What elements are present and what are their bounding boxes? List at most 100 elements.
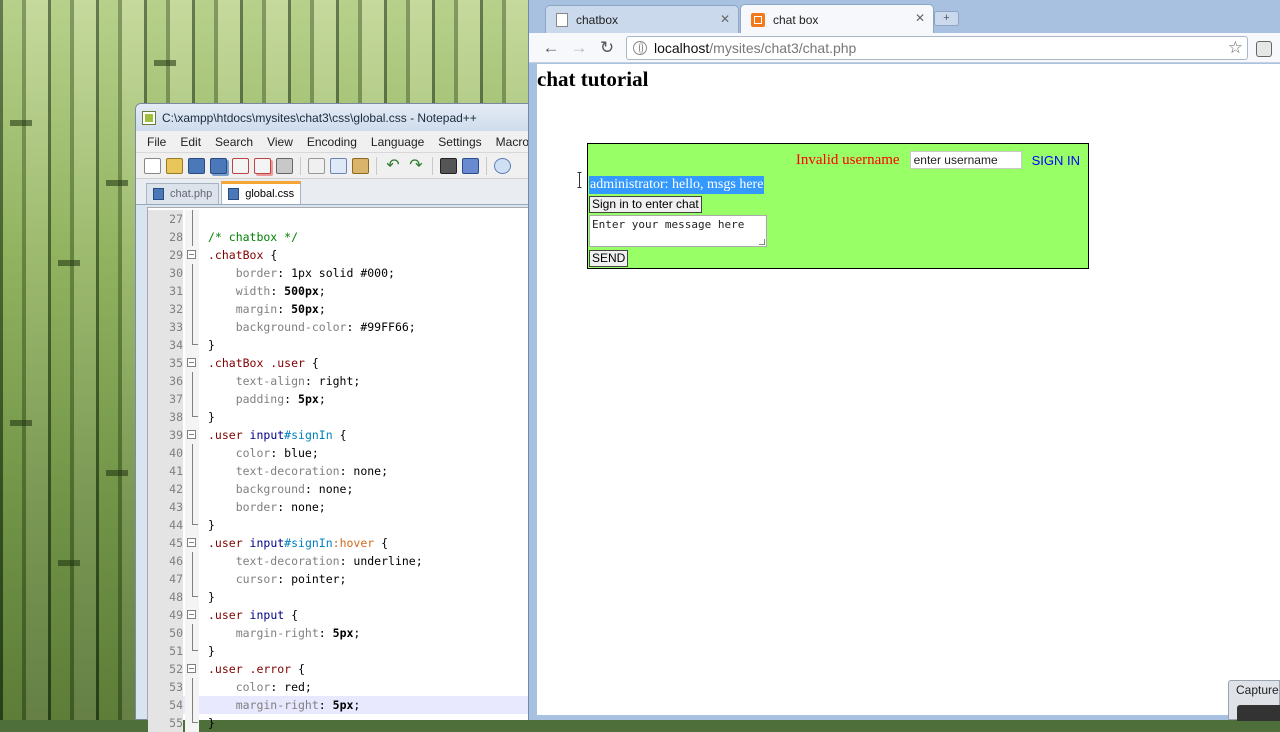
code-line[interactable]: 37 padding: 5px; bbox=[148, 390, 528, 408]
replace-icon[interactable] bbox=[462, 157, 479, 174]
fold-collapse-icon[interactable] bbox=[187, 430, 196, 439]
resize-grip-icon[interactable] bbox=[759, 239, 765, 245]
fold-margin bbox=[185, 570, 199, 588]
close-all-icon[interactable] bbox=[254, 157, 271, 174]
new-tab-button[interactable]: + bbox=[934, 11, 959, 26]
code-line[interactable]: 45 .user input#signIn:hover { bbox=[148, 534, 528, 552]
code-token: : none; bbox=[339, 464, 389, 478]
code-line[interactable]: 43 border: none; bbox=[148, 498, 528, 516]
browser-tab-chatbox[interactable]: chatbox ✕ bbox=[545, 5, 739, 33]
tab-title: chat box bbox=[773, 12, 819, 27]
code-line[interactable]: 55} bbox=[148, 714, 528, 732]
menu-search[interactable]: Search bbox=[208, 135, 260, 149]
back-arrow-icon[interactable]: ← bbox=[541, 38, 561, 58]
fold-collapse-icon[interactable] bbox=[187, 358, 196, 367]
paste-icon[interactable] bbox=[352, 157, 369, 174]
message-textarea[interactable]: Enter your message here bbox=[589, 215, 767, 247]
code-line[interactable]: 30 border: 1px solid #000; bbox=[148, 264, 528, 282]
code-token: 500px bbox=[284, 284, 319, 298]
code-token: .chatBox bbox=[208, 248, 264, 262]
tab-chat-php[interactable]: chat.php bbox=[146, 183, 220, 204]
code-token: #signIn bbox=[284, 428, 333, 442]
send-button[interactable]: SEND bbox=[589, 250, 629, 267]
close-tab-icon[interactable]: ✕ bbox=[720, 12, 730, 26]
code-editor[interactable]: 27 28/* chatbox */29 .chatBox {30 border: … bbox=[147, 207, 528, 732]
bookmark-star-icon[interactable]: ☆ bbox=[1228, 38, 1243, 58]
print-icon[interactable] bbox=[276, 157, 293, 174]
code-line[interactable]: 44} bbox=[148, 516, 528, 534]
code-token: 50px bbox=[291, 302, 319, 316]
code-token: margin-right bbox=[208, 698, 319, 712]
notepad-title-bar[interactable]: C:\xampp\htdocs\mysites\chat3\css\global… bbox=[136, 104, 534, 131]
username-input[interactable]: enter username bbox=[909, 151, 1022, 169]
browser-tab-chat-box[interactable]: chat box ✕ bbox=[740, 4, 934, 34]
menu-settings[interactable]: Settings bbox=[431, 135, 488, 149]
menu-file[interactable]: File bbox=[140, 135, 173, 149]
notepad-menu-bar: File Edit Search View Encoding Language … bbox=[136, 131, 534, 153]
capture-widget[interactable]: Capture bbox=[1228, 680, 1280, 721]
menu-edit[interactable]: Edit bbox=[173, 135, 208, 149]
menu-view[interactable]: View bbox=[260, 135, 300, 149]
code-line[interactable]: 41 text-decoration: none; bbox=[148, 462, 528, 480]
fold-collapse-icon[interactable] bbox=[187, 250, 196, 259]
notepad-title: C:\xampp\htdocs\mysites\chat3\css\global… bbox=[162, 110, 477, 125]
code-line[interactable]: 38} bbox=[148, 408, 528, 426]
code-line[interactable]: 48} bbox=[148, 588, 528, 606]
undo-icon[interactable]: ↶ bbox=[384, 157, 402, 174]
redo-icon[interactable]: ↷ bbox=[407, 157, 425, 174]
forward-arrow-icon[interactable]: → bbox=[569, 38, 589, 58]
line-number: 51 bbox=[148, 642, 183, 660]
zoom-in-icon[interactable] bbox=[494, 157, 511, 174]
line-number: 40 bbox=[148, 444, 183, 462]
code-text: } bbox=[208, 642, 215, 660]
code-line[interactable]: 49 .user input { bbox=[148, 606, 528, 624]
code-line[interactable]: 52 .user .error { bbox=[148, 660, 528, 678]
code-line[interactable]: 51} bbox=[148, 642, 528, 660]
menu-encoding[interactable]: Encoding bbox=[300, 135, 364, 149]
cut-icon[interactable] bbox=[308, 157, 325, 174]
sign-in-button[interactable]: SIGN IN bbox=[1032, 153, 1080, 168]
fold-margin bbox=[185, 552, 199, 570]
code-line[interactable]: 47 cursor: pointer; bbox=[148, 570, 528, 588]
code-line[interactable]: 31 width: 500px; bbox=[148, 282, 528, 300]
code-line[interactable]: 27 bbox=[148, 210, 528, 228]
code-line[interactable]: 42 background: none; bbox=[148, 480, 528, 498]
code-token: : #99FF66; bbox=[346, 320, 416, 334]
code-line[interactable]: 46 text-decoration: underline; bbox=[148, 552, 528, 570]
code-line[interactable]: 54 margin-right: 5px; bbox=[148, 696, 528, 714]
copy-icon[interactable] bbox=[330, 157, 347, 174]
code-text: } bbox=[208, 588, 215, 606]
code-text: color: red; bbox=[208, 678, 312, 696]
find-icon[interactable] bbox=[440, 157, 457, 174]
code-token: ; bbox=[318, 284, 326, 298]
code-line[interactable]: 32 margin: 50px; bbox=[148, 300, 528, 318]
fold-collapse-icon[interactable] bbox=[187, 610, 196, 619]
code-line[interactable]: 39 .user input#signIn { bbox=[148, 426, 528, 444]
code-line[interactable]: 33 background-color: #99FF66; bbox=[148, 318, 528, 336]
code-line[interactable]: 36 text-align: right; bbox=[148, 372, 528, 390]
code-line[interactable]: 29 .chatBox { bbox=[148, 246, 528, 264]
sign-in-to-chat-button[interactable]: Sign in to enter chat bbox=[589, 196, 702, 213]
save-icon[interactable] bbox=[188, 157, 205, 174]
address-bar[interactable]: localhost/mysites/chat3/chat.php ☆ bbox=[626, 36, 1248, 60]
save-all-icon[interactable] bbox=[210, 157, 227, 174]
close-file-icon[interactable] bbox=[232, 157, 249, 174]
browser-tab-strip: chatbox ✕ chat box ✕ + bbox=[529, 0, 1280, 34]
fold-collapse-icon[interactable] bbox=[187, 538, 196, 547]
close-tab-icon[interactable]: ✕ bbox=[915, 11, 925, 25]
wrench-icon[interactable] bbox=[1256, 41, 1272, 57]
open-file-icon[interactable] bbox=[166, 157, 183, 174]
code-line[interactable]: 35 .chatBox .user { bbox=[148, 354, 528, 372]
code-line[interactable]: 50 margin-right: 5px; bbox=[148, 624, 528, 642]
fold-collapse-icon[interactable] bbox=[187, 664, 196, 673]
code-line[interactable]: 53 color: red; bbox=[148, 678, 528, 696]
tab-global-css[interactable]: global.css bbox=[221, 181, 302, 204]
code-text: } bbox=[208, 336, 215, 354]
code-line[interactable]: 28 /* chatbox */ bbox=[148, 228, 528, 246]
code-line[interactable]: 34} bbox=[148, 336, 528, 354]
code-token: border bbox=[208, 500, 278, 514]
new-file-icon[interactable] bbox=[144, 157, 161, 174]
code-line[interactable]: 40 color: blue; bbox=[148, 444, 528, 462]
reload-icon[interactable]: ↻ bbox=[597, 38, 617, 58]
menu-language[interactable]: Language bbox=[364, 135, 431, 149]
